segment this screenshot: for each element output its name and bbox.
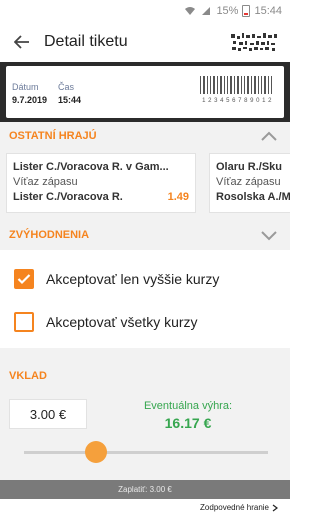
back-button[interactable]	[0, 22, 44, 62]
card-odds: 1.49	[167, 191, 189, 203]
chevron-right-icon	[272, 504, 278, 511]
stake-slider-handle[interactable]	[85, 441, 107, 463]
checkbox-unchecked[interactable]	[14, 312, 34, 332]
barcode-icon	[200, 76, 272, 94]
card-selection-row: Rosolska A./M	[216, 191, 290, 203]
card-match: Olaru R./Sku	[216, 161, 283, 173]
time-label: Čas	[58, 82, 75, 92]
card-match: Lister C./Voracova R. v Gam...	[13, 161, 169, 173]
qr-code-icon[interactable]	[230, 31, 278, 53]
arrow-left-icon	[14, 35, 29, 49]
card-market: Víťaz zápasu	[216, 176, 281, 188]
status-bar: 15% 15:44	[0, 0, 290, 22]
card-market: Víťaz zápasu	[13, 176, 78, 188]
page-title: Detail tiketu	[44, 33, 128, 50]
battery-percent: 15%	[216, 5, 239, 17]
responsible-gaming-link[interactable]: Zodpovedné hranie	[0, 499, 290, 516]
other-players-carousel[interactable]: Lister C./Voracova R. v Gam... Víťaz záp…	[0, 145, 290, 220]
clock: 15:44	[254, 5, 282, 17]
potential-win-label: Eventuálna výhra:	[143, 400, 233, 412]
pay-button[interactable]: Zaplatiť: 3.00 €	[0, 480, 290, 499]
bonuses-header[interactable]: ZVÝHODNENIA	[0, 220, 290, 250]
option-all-odds[interactable]: Akceptovať všetky kurzy	[14, 312, 198, 332]
checkmark-icon	[17, 274, 31, 285]
stake-slider-track[interactable]	[24, 451, 268, 454]
card-selection: Lister C./Voracova R.	[13, 191, 123, 203]
option-label: Akceptovať len vyššie kurzy	[46, 271, 220, 287]
no-sim-icon	[202, 7, 211, 15]
battery-icon	[242, 5, 251, 17]
responsible-gaming-label: Zodpovedné hranie	[200, 503, 269, 512]
date-label: Dátum	[12, 82, 39, 92]
ticket-time: Čas 15:44	[58, 82, 81, 105]
bonuses-title: ZVÝHODNENIA	[9, 229, 90, 241]
bet-card[interactable]: Olaru R./Sku Víťaz zápasu Rosolska A./M	[209, 153, 290, 213]
card-selection: Rosolska A./M	[216, 191, 290, 203]
ticket-card: Dátum 9.7.2019 Čas 15:44 1 2 3 4 5 6 7 8…	[6, 66, 284, 122]
date-value: 9.7.2019	[12, 95, 48, 105]
bet-card[interactable]: Lister C./Voracova R. v Gam... Víťaz záp…	[6, 153, 196, 213]
app-header: Detail tiketu	[0, 22, 290, 62]
stake-input[interactable]: 3.00 €	[9, 399, 87, 429]
potential-win: Eventuálna výhra: 16.17 €	[128, 400, 248, 431]
ticket-summary: Dátum 9.7.2019 Čas 15:44 1 2 3 4 5 6 7 8…	[0, 62, 290, 122]
time-value: 15:44	[58, 95, 82, 105]
chevron-down-icon	[261, 231, 277, 241]
card-selection-row: Lister C./Voracova R. 1.49	[13, 191, 189, 203]
barcode-number: 1 2 3 4 5 6 7 8 9 0 1 2	[202, 98, 272, 104]
other-players-title: OSTATNÍ HRAJÚ	[9, 130, 97, 142]
ticket-date: Dátum 9.7.2019	[12, 82, 47, 105]
stake-panel: 3.00 € Eventuálna výhra: 16.17 €	[0, 380, 290, 480]
potential-win-value: 16.17 €	[164, 415, 212, 431]
option-higher-odds[interactable]: Akceptovať len vyššie kurzy	[14, 269, 219, 289]
wifi-icon	[185, 7, 196, 15]
odds-options: Akceptovať len vyššie kurzy Akceptovať v…	[0, 250, 290, 348]
chevron-up-icon	[261, 131, 277, 141]
checkbox-checked[interactable]	[14, 269, 34, 289]
option-label: Akceptovať všetky kurzy	[46, 314, 198, 330]
